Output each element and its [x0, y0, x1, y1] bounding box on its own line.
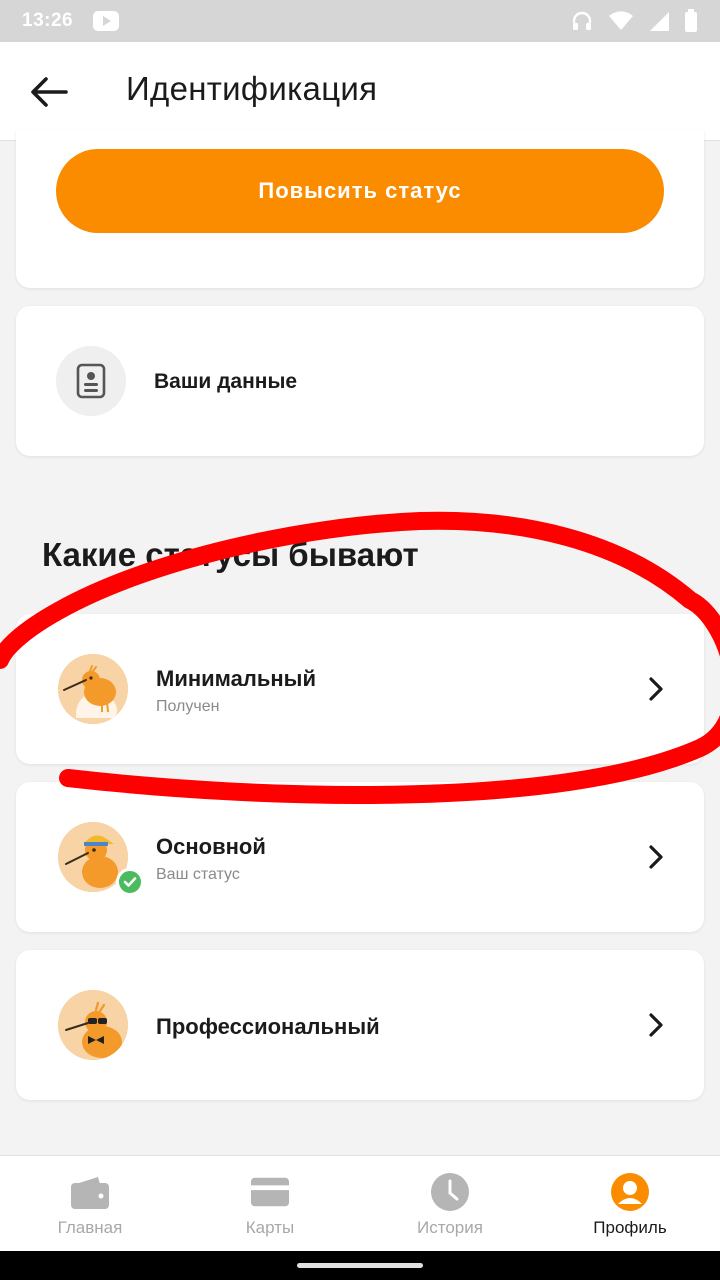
signal-icon: [650, 12, 669, 31]
status-name: Основной: [156, 834, 266, 859]
nav-label: Главная: [57, 1218, 123, 1237]
profile-icon: [610, 1172, 650, 1212]
bottom-nav: Главная Карты История Профиль: [0, 1155, 720, 1251]
chevron-right-icon: [649, 677, 663, 701]
status-bar: 13:26: [0, 0, 720, 42]
page-title: Идентификация: [126, 70, 378, 107]
nav-label: Профиль: [593, 1218, 667, 1237]
your-data-label: Ваши данные: [154, 370, 298, 393]
headphones-icon: [572, 11, 592, 30]
chevron-right-icon: [649, 1013, 663, 1037]
wifi-icon: [609, 11, 633, 30]
nav-item-history[interactable]: История: [360, 1156, 540, 1251]
nav-item-cards[interactable]: Карты: [180, 1156, 360, 1251]
clock-icon: [430, 1172, 470, 1212]
status-subtitle: Получен: [156, 698, 220, 715]
app-bar: Идентификация: [0, 42, 720, 141]
wallet-icon: [70, 1172, 110, 1212]
upgrade-card: Повысить статус: [16, 130, 704, 288]
id-card-icon: [56, 346, 126, 416]
youtube-icon: [93, 11, 120, 31]
your-data-card[interactable]: Ваши данные: [16, 306, 704, 456]
status-time: 13:26: [22, 10, 74, 31]
statuses-section-title: Какие статусы бывают: [42, 536, 419, 573]
gesture-handle[interactable]: [297, 1263, 423, 1268]
status-item-minimal[interactable]: Минимальный Получен: [16, 614, 704, 764]
status-item-professional[interactable]: Профессиональный: [16, 950, 704, 1100]
nav-label: История: [417, 1218, 483, 1237]
gesture-bar: [0, 1251, 720, 1280]
status-name: Профессиональный: [156, 1014, 380, 1039]
upgrade-status-button[interactable]: Повысить статус: [56, 149, 664, 233]
arrow-left-icon[interactable]: [28, 72, 70, 112]
status-icons: [570, 9, 698, 33]
nav-label: Карты: [245, 1218, 295, 1237]
nav-item-profile[interactable]: Профиль: [540, 1156, 720, 1251]
check-icon: [116, 868, 144, 896]
status-item-basic[interactable]: Основной Ваш статус: [16, 782, 704, 932]
card-icon: [250, 1172, 290, 1212]
status-name: Минимальный: [156, 666, 316, 691]
chevron-right-icon: [649, 845, 663, 869]
nav-item-home[interactable]: Главная: [0, 1156, 180, 1251]
bird-hatchling-avatar: [58, 654, 128, 724]
battery-icon: [685, 9, 697, 32]
bird-sunglasses-avatar: [58, 990, 128, 1060]
status-subtitle: Ваш статус: [156, 866, 240, 883]
